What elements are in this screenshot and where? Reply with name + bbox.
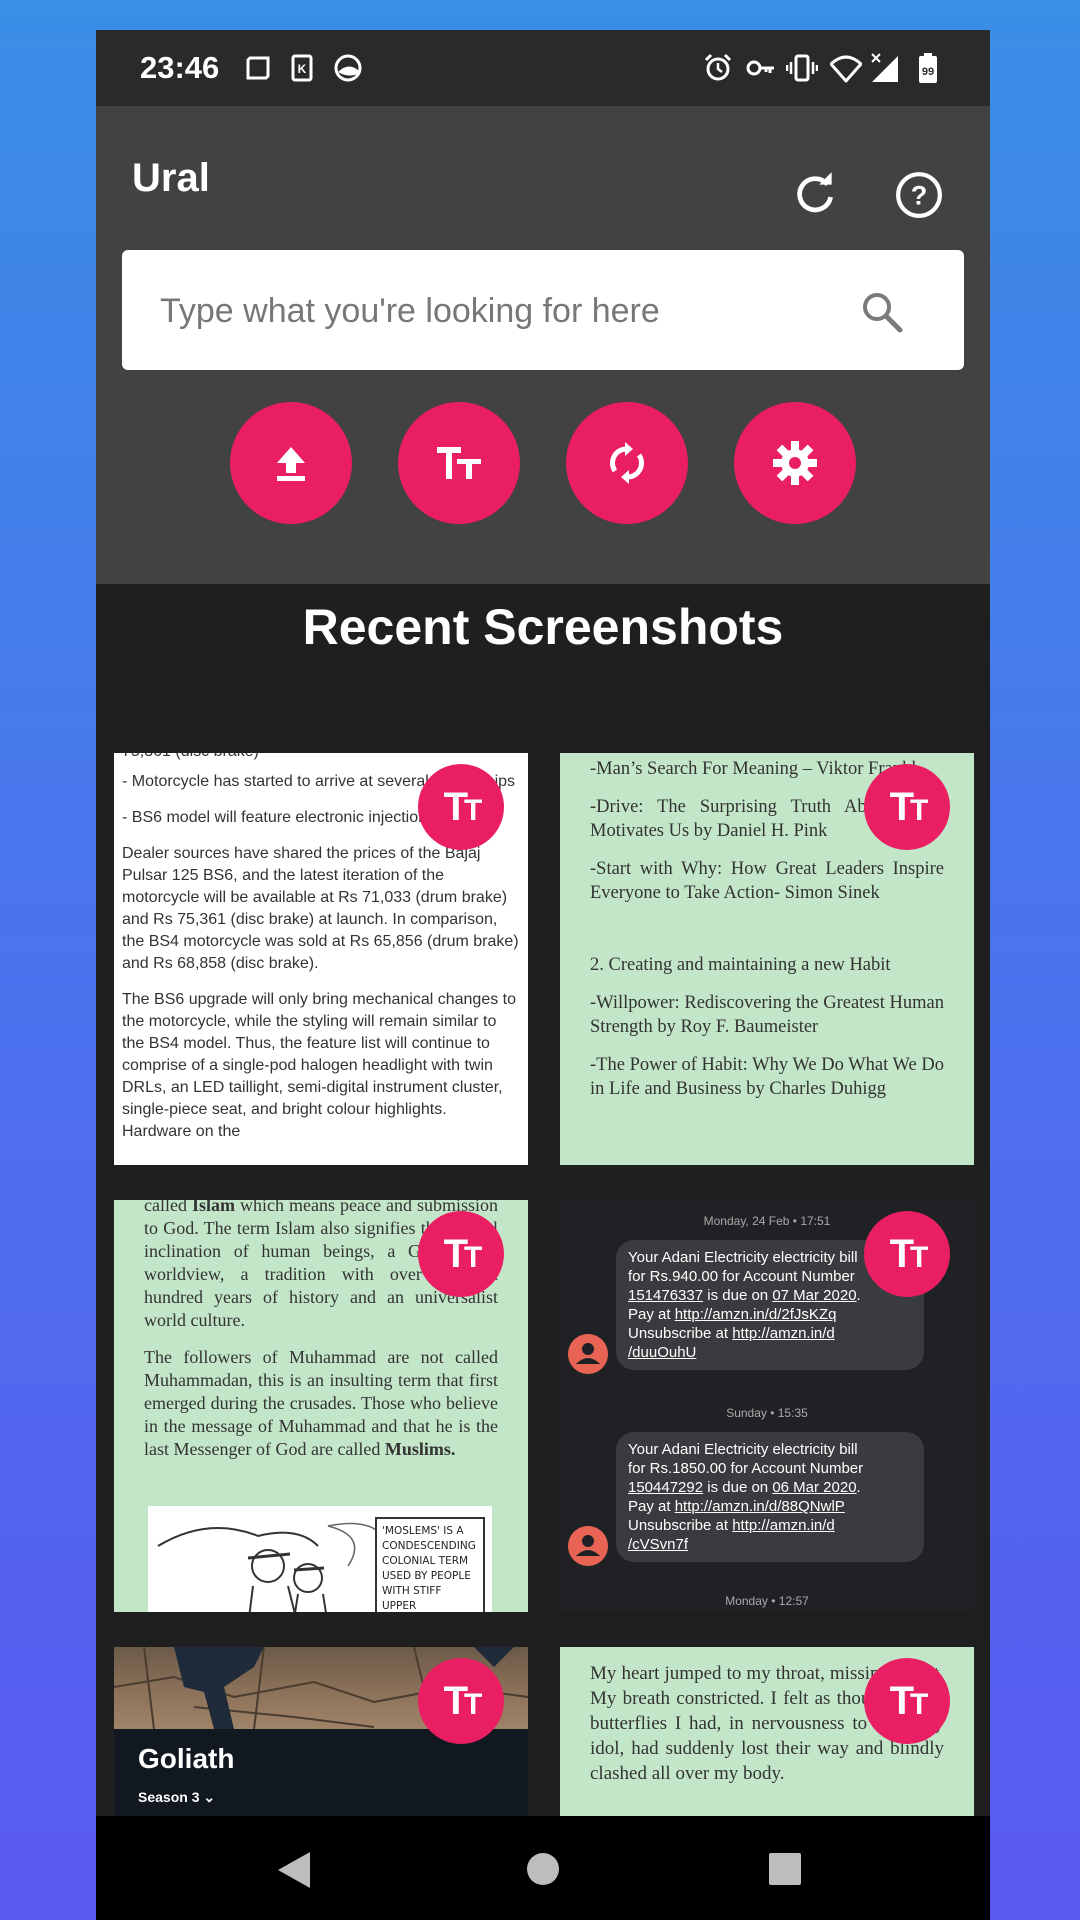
season-label: Season 3 (138, 1789, 200, 1805)
avatar-icon (568, 1526, 608, 1566)
message-line: Unsubscribe at http://amzn.in/d (628, 1516, 912, 1535)
pay-link[interactable]: http://amzn.in/d/2fJsKZq (675, 1306, 837, 1323)
extract-text-button[interactable]: TT (418, 1658, 504, 1744)
k-app-icon: K (291, 54, 313, 82)
text-size-icon: TT (889, 1678, 929, 1723)
text-size-icon: TT (889, 1231, 929, 1276)
back-icon[interactable] (278, 1852, 312, 1888)
text-size-button[interactable] (398, 402, 520, 524)
search-icon[interactable] (860, 290, 904, 334)
status-time: 23:46 (140, 50, 220, 85)
sync-button[interactable] (566, 402, 688, 524)
message-date: Monday • 12:57 (725, 1594, 809, 1608)
message-text: Pay at (628, 1306, 675, 1323)
gear-icon (773, 441, 817, 485)
card-text: 75,361 (disc brake) (122, 753, 520, 763)
message-text: is due on (703, 1287, 773, 1304)
recents-icon[interactable] (768, 1852, 802, 1886)
alarm-icon (704, 53, 732, 81)
unsubscribe-link[interactable]: http://amzn.in/d (732, 1325, 835, 1342)
unsubscribe-link[interactable]: /duuOuhU (628, 1344, 696, 1361)
show-title: Goliath (138, 1743, 235, 1774)
account-link[interactable]: 150447292 (628, 1479, 703, 1496)
battery-level: 99 (922, 66, 934, 78)
message-line: Your Adani Electricity electricity bill (628, 1441, 858, 1458)
svg-text:K: K (298, 62, 307, 76)
cartoon-image: 'MOSLEMS' IS A CONDESCENDING COLONIAL TE… (148, 1506, 492, 1612)
signal-icon (871, 53, 898, 82)
card-text: 2. Creating and maintaining a new Habit (590, 955, 891, 975)
extract-text-button[interactable]: TT (864, 764, 950, 850)
text-size-icon: TT (889, 784, 929, 829)
status-bar: 23:46 K 99 (96, 30, 990, 106)
text-size-icon: TT (443, 1231, 483, 1276)
account-link[interactable]: 151476337 (628, 1287, 703, 1304)
pay-link[interactable]: http://amzn.in/d/88QNwlP (675, 1498, 845, 1515)
extract-text-button[interactable]: TT (864, 1211, 950, 1297)
chevron-down-icon: ⌄ (203, 1789, 216, 1805)
message-text: is due on (703, 1479, 773, 1496)
settings-button[interactable] (734, 402, 856, 524)
vpn-icon (334, 54, 362, 82)
card-text-bold: Islam (191, 1200, 235, 1215)
home-icon[interactable] (526, 1852, 560, 1886)
season-selector[interactable]: Season 3 ⌄ (138, 1789, 215, 1806)
message-date: Sunday • 15:35 (726, 1406, 808, 1420)
message-text: Unsubscribe at (628, 1517, 733, 1534)
card-text: The followers of Muhammad are not called… (144, 1346, 498, 1461)
message-line: Pay at http://amzn.in/d/2fJsKZq (628, 1305, 912, 1324)
text-size-icon: TT (443, 1678, 483, 1723)
help-icon[interactable]: ? (894, 170, 944, 220)
extract-text-button[interactable]: TT (418, 764, 504, 850)
key-icon (746, 60, 774, 76)
app-title: Ural (132, 156, 210, 200)
message-text: Pay at (628, 1498, 675, 1515)
avatar-icon (568, 1334, 608, 1374)
card-text: -The Power of Habit: Why We Do What We D… (590, 1055, 944, 1099)
extract-text-button[interactable]: TT (864, 1658, 950, 1744)
unsubscribe-link[interactable]: /cVSvn7f (628, 1536, 688, 1553)
search-input[interactable] (158, 278, 842, 344)
wifi-icon (830, 55, 862, 83)
card-text: called (144, 1200, 192, 1215)
card-text: -Willpower: Rediscovering the Greatest H… (590, 993, 944, 1037)
card-text-bold: Muslims. (384, 1439, 456, 1459)
vibrate-icon (786, 54, 818, 82)
upload-icon (277, 447, 305, 481)
section-title: Recent Screenshots (302, 599, 784, 655)
refresh-icon[interactable] (790, 170, 840, 220)
app-bar: Ural ? (96, 106, 990, 584)
card-text: Dealer sources have shared the prices of… (122, 845, 519, 972)
text-size-icon: TT (443, 784, 483, 829)
phone-screen: 23:46 K 99 Ural ? Type what you're looki… (96, 30, 990, 1920)
battery-icon: 99 (919, 53, 937, 83)
message-bubble: Your Adani Electricity electricity bill … (616, 1432, 924, 1562)
sync-icon (610, 442, 644, 484)
search-bar (122, 250, 964, 370)
navigation-bar (96, 1816, 990, 1920)
unsubscribe-link[interactable]: http://amzn.in/d (732, 1517, 835, 1534)
extract-text-button[interactable]: TT (418, 1211, 504, 1297)
message-line: 151476337 is due on 07 Mar 2020. (628, 1287, 861, 1304)
message-line: 150447292 is due on 06 Mar 2020. (628, 1479, 861, 1496)
date-link[interactable]: 07 Mar 2020 (772, 1287, 856, 1304)
card-text: The BS6 upgrade will only bring mechanic… (122, 991, 517, 1140)
cartoon-caption: 'MOSLEMS' IS A CONDESCENDING COLONIAL TE… (382, 1525, 476, 1612)
message-line: Pay at http://amzn.in/d/88QNwlP (628, 1497, 912, 1516)
upload-button[interactable] (230, 402, 352, 524)
date-link[interactable]: 06 Mar 2020 (772, 1479, 856, 1496)
screenshot-icon (246, 56, 270, 80)
message-text: Unsubscribe at (628, 1325, 733, 1342)
message-line: for Rs.1850.00 for Account Number (628, 1460, 864, 1477)
card-text: -Start with Why: How Great Leaders Inspi… (590, 859, 944, 903)
text-size-icon (437, 447, 481, 479)
message-line: Unsubscribe at http://amzn.in/d (628, 1324, 912, 1343)
svg-text:?: ? (911, 179, 928, 210)
